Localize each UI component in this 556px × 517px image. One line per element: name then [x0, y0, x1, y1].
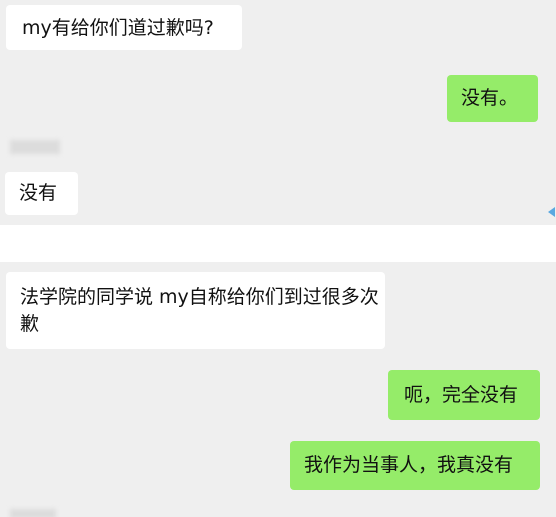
incoming-message-bubble[interactable]: my有给你们道过歉吗?	[6, 5, 242, 50]
blurred-sender-name	[10, 140, 60, 154]
left-triangle-icon	[548, 207, 555, 217]
incoming-message-bubble[interactable]: 法学院的同学说 my自称给你们到过很多次歉	[6, 272, 385, 349]
chat-screenshot-1: my有给你们道过歉吗? 没有。 没有	[0, 0, 556, 225]
outgoing-message-bubble[interactable]: 呃，完全没有	[388, 370, 540, 420]
chat-screenshot-2: 法学院的同学说 my自称给你们到过很多次歉 呃，完全没有 我作为当事人，我真没有	[0, 262, 556, 517]
blurred-sender-name	[10, 509, 56, 517]
outgoing-message-bubble[interactable]: 没有。	[447, 75, 538, 122]
incoming-message-bubble[interactable]: 没有	[5, 172, 78, 215]
outgoing-message-bubble[interactable]: 我作为当事人，我真没有	[290, 441, 540, 490]
